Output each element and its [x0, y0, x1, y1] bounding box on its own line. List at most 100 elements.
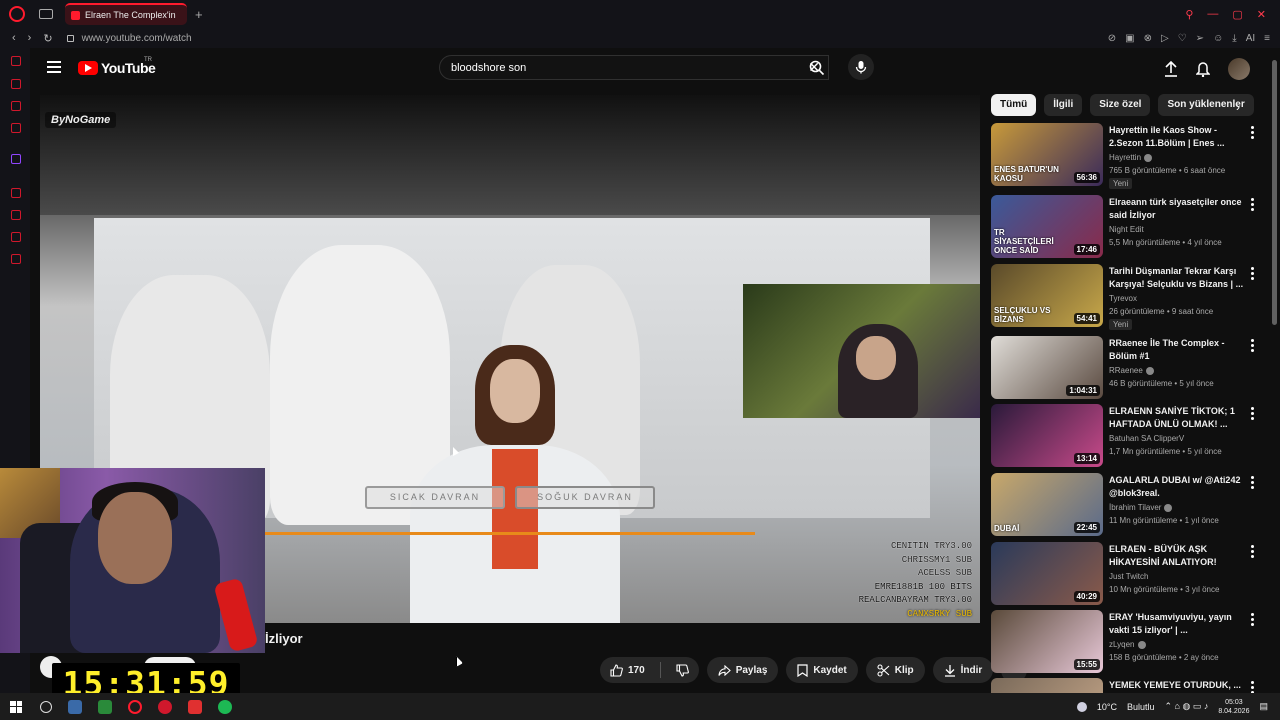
menu-icon[interactable]: ≡: [1264, 33, 1270, 44]
more-vertical-icon[interactable]: [1251, 267, 1254, 282]
new-tab-button[interactable]: +: [195, 7, 203, 22]
recommendation-title[interactable]: RRaenee İle The Complex - Bölüm #1: [1109, 337, 1244, 363]
more-vertical-icon[interactable]: [1251, 407, 1254, 422]
search-button[interactable]: [801, 55, 833, 80]
pin-icon[interactable]: ⊘: [1108, 33, 1116, 44]
instagram-icon[interactable]: [11, 123, 21, 133]
recommendation-title[interactable]: Elraeann türk siyasetçiler once said İzl…: [1109, 196, 1244, 222]
dislike-button[interactable]: [666, 657, 699, 683]
account-avatar[interactable]: [1228, 58, 1250, 80]
maximize-button[interactable]: ▢: [1232, 8, 1242, 21]
notifications-bell-icon[interactable]: [1196, 61, 1210, 77]
weather-temp[interactable]: 10°C: [1097, 702, 1117, 712]
twitch-icon[interactable]: [11, 154, 21, 164]
recommendation-title[interactable]: YEMEK YEMEYE OTURDUK, ...: [1109, 679, 1244, 692]
like-button[interactable]: 170: [600, 657, 655, 683]
recommendation-card[interactable]: 40:29 ELRAEN - BÜYÜK AŞK HİKAYESİNİ ANLAT…: [991, 542, 1261, 606]
heart-icon[interactable]: ♡: [1178, 33, 1187, 44]
upload-icon[interactable]: [1164, 61, 1178, 77]
messenger-icon[interactable]: [11, 101, 21, 111]
weather-desc[interactable]: Bulutlu: [1127, 702, 1155, 712]
tray-icons[interactable]: ⌃ ⌂ ◍ ▭ ♪: [1164, 701, 1208, 712]
search-tabs-icon[interactable]: ⚲: [1185, 8, 1193, 21]
url-field[interactable]: www.youtube.com/watch: [82, 33, 192, 44]
search-taskbar-icon[interactable]: [40, 700, 52, 713]
video-thumbnail[interactable]: 13:14: [991, 404, 1103, 467]
video-thumbnail[interactable]: 1:04:31: [991, 336, 1103, 399]
video-thumbnail[interactable]: SELÇUKLU VS BİZANS 54:41: [991, 264, 1103, 327]
search-input[interactable]: bloodshore son ✕: [439, 55, 829, 80]
recommendation-channel[interactable]: Just Twitch: [1109, 572, 1148, 581]
video-thumbnail[interactable]: DUBAİ 22:45: [991, 473, 1103, 536]
chip-related[interactable]: İlgili: [1044, 94, 1083, 116]
app-taskbar-icon[interactable]: [188, 699, 202, 714]
minimize-button[interactable]: —: [1207, 8, 1218, 21]
recommendation-title[interactable]: ELRAEN - BÜYÜK AŞK HİKAYESİNİ ANLATIYOR!: [1109, 543, 1244, 569]
page-scrollbar[interactable]: [1272, 60, 1277, 325]
more-vertical-icon[interactable]: [1251, 198, 1254, 213]
recommendation-card[interactable]: 15:55 ERAY 'Husamviyuviyu, yayın vakti 15…: [991, 610, 1261, 674]
spotify-taskbar-icon[interactable]: [218, 699, 232, 714]
chevron-right-icon[interactable]: ›: [1236, 100, 1240, 114]
recommendation-channel[interactable]: İbrahim Tilaver: [1109, 503, 1173, 512]
profile-icon[interactable]: ☺: [1213, 33, 1223, 44]
more-vertical-icon[interactable]: [1251, 339, 1254, 354]
more-vertical-icon[interactable]: [1251, 126, 1254, 141]
download-icon[interactable]: ⤓: [1232, 33, 1236, 44]
download-button[interactable]: İndir: [932, 657, 994, 683]
recommendation-title[interactable]: Tarihi Düşmanlar Tekrar Karşı Karşıya! S…: [1109, 265, 1244, 291]
more-vertical-icon[interactable]: [1251, 545, 1254, 560]
more-vertical-icon[interactable]: [1251, 613, 1254, 628]
extensions-icon[interactable]: [11, 232, 21, 242]
recommendation-channel[interactable]: Tyrevox: [1109, 294, 1137, 303]
recommendation-card[interactable]: 13:14 ELRAENN SANİYE TİKTOK; 1 HAFTADA ÜN…: [991, 404, 1261, 468]
opera-logo-icon[interactable]: [9, 6, 25, 22]
player-icon[interactable]: ▷: [1161, 33, 1169, 44]
recommendation-channel[interactable]: Hayrettin: [1109, 153, 1153, 162]
recommendation-channel[interactable]: RRaenee: [1109, 366, 1154, 375]
chip-for-you[interactable]: Size özel: [1090, 94, 1151, 116]
snapshot-icon[interactable]: ▣: [1125, 33, 1134, 44]
more-vertical-icon[interactable]: [1251, 476, 1254, 491]
video-thumbnail[interactable]: ENES BATUR'UN KAOSU 56:36: [991, 123, 1103, 186]
recommendation-title[interactable]: ERAY 'Husamviyuviyu, yayın vakti 15 izli…: [1109, 611, 1244, 637]
crypto-wallet-icon[interactable]: [11, 79, 21, 89]
clock-area[interactable]: 05:03 8.04.2026: [1218, 698, 1249, 716]
video-thumbnail[interactable]: 15:55: [991, 610, 1103, 673]
recommendation-channel[interactable]: Night Edit: [1109, 225, 1144, 234]
recommendation-title[interactable]: AGALARLA DUBAI w/ @Ati242 @blok3real.: [1109, 474, 1244, 500]
close-window-button[interactable]: ✕: [1257, 8, 1266, 21]
forward-button[interactable]: ›: [28, 32, 32, 44]
workspaces-icon[interactable]: [39, 9, 53, 19]
video-thumbnail[interactable]: TR SİYASETÇİLERİ ONCE SAİD 17:46: [991, 195, 1103, 258]
recommendation-channel[interactable]: zLyqen: [1109, 640, 1146, 649]
adblock-icon[interactable]: ⊗: [1144, 33, 1152, 44]
recommendation-card[interactable]: TR SİYASETÇİLERİ ONCE SAİD 17:46 Elraeann …: [991, 195, 1261, 259]
start-menu-icon[interactable]: [10, 700, 22, 713]
recommendation-card[interactable]: ENES BATUR'UN KAOSU 56:36 Hayrettin ile Ka…: [991, 123, 1261, 189]
recommendation-channel[interactable]: Batuhan SA ClipperV: [1109, 434, 1184, 443]
voice-search-button[interactable]: [848, 54, 874, 80]
task-view-icon[interactable]: [68, 699, 82, 714]
clip-button[interactable]: Klip: [865, 657, 925, 683]
guide-menu-icon[interactable]: [47, 61, 61, 76]
recommendation-card[interactable]: SELÇUKLU VS BİZANS 54:41 Tarihi Düşmanlar …: [991, 264, 1261, 330]
reload-button[interactable]: ↻: [43, 32, 52, 45]
share-button[interactable]: Paylaş: [706, 657, 779, 683]
video-thumbnail[interactable]: 40:29: [991, 542, 1103, 605]
notification-icon[interactable]: ▤: [1259, 701, 1268, 712]
ai-button[interactable]: AI: [1246, 33, 1255, 44]
chip-all[interactable]: Tümü: [991, 94, 1037, 116]
recommendation-title[interactable]: Hayrettin ile Kaos Show - 2.Sezon 11.Böl…: [1109, 124, 1244, 150]
file-explorer-icon[interactable]: [98, 699, 112, 714]
recommendation-card[interactable]: 1:04:31 RRaenee İle The Complex - Bölüm #…: [991, 336, 1261, 400]
history-icon[interactable]: [11, 210, 21, 220]
browser-tab-active[interactable]: Elraen The Complex'in: [65, 3, 187, 25]
recommendation-title[interactable]: ELRAENN SANİYE TİKTOK; 1 HAFTADA ÜNLÜ OL…: [1109, 405, 1244, 431]
save-button[interactable]: Kaydet: [786, 657, 858, 683]
back-button[interactable]: ‹: [12, 32, 16, 44]
aria-icon[interactable]: [11, 56, 21, 66]
send-icon[interactable]: ➢: [1196, 33, 1204, 44]
settings-icon[interactable]: [11, 254, 21, 264]
recommendation-card[interactable]: DUBAİ 22:45 AGALARLA DUBAI w/ @Ati242 @blo…: [991, 473, 1261, 537]
